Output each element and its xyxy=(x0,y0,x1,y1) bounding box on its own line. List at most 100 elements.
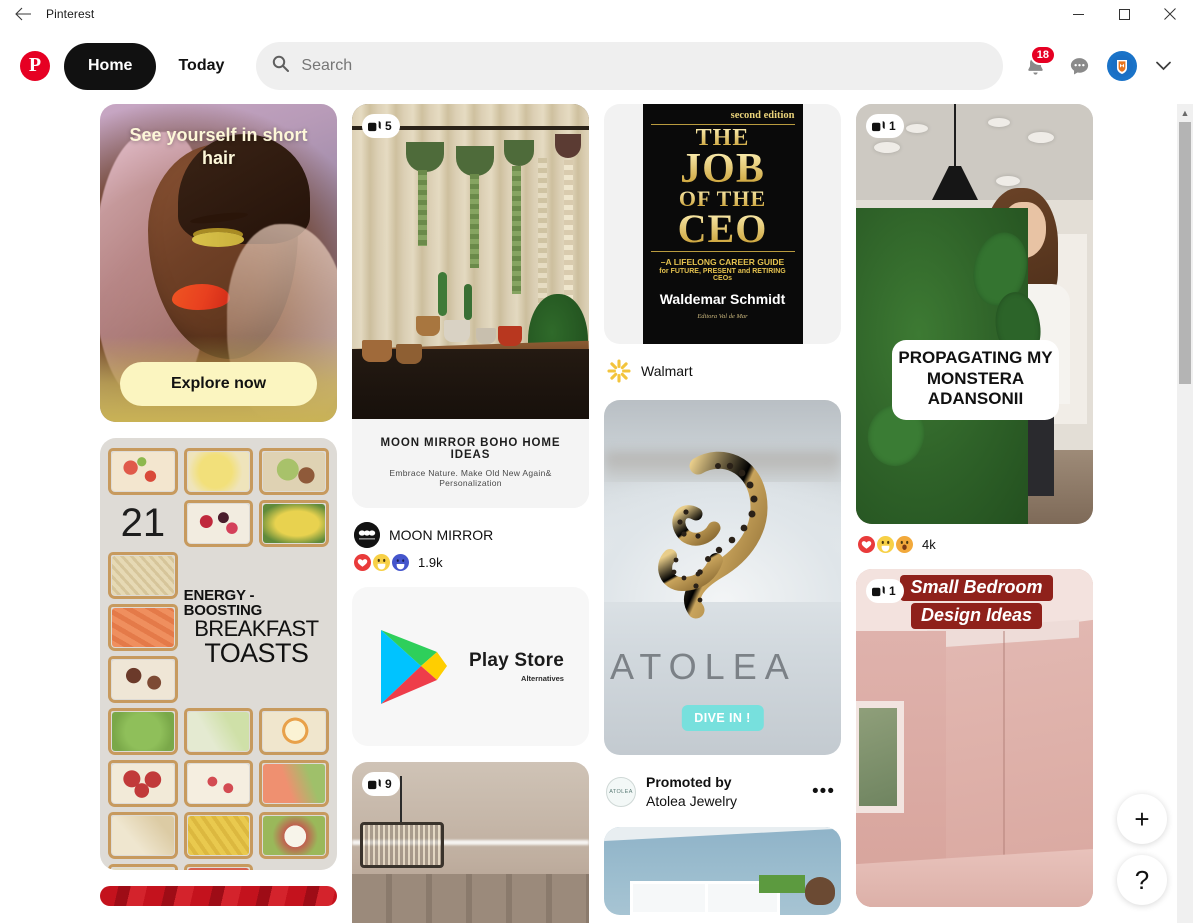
toast-slice xyxy=(184,760,254,807)
pin-card-moon-mirror[interactable]: 5 MOON MIRROR BOHO HOME IDEAS Embrace Na… xyxy=(352,104,589,571)
bedroom-title-line2: Design Ideas xyxy=(910,603,1043,630)
decor-shelf xyxy=(630,880,780,915)
pinterest-logo-icon[interactable]: P xyxy=(20,51,50,81)
pin-image-chandelier[interactable]: 9 xyxy=(352,762,589,923)
feed-column-2: 5 MOON MIRROR BOHO HOME IDEAS Embrace Na… xyxy=(352,104,589,923)
create-pin-button[interactable]: + xyxy=(1117,794,1167,844)
user-avatar[interactable] xyxy=(1107,51,1137,81)
book-title-job: JOB xyxy=(680,145,765,192)
nav-item-today[interactable]: Today xyxy=(160,43,242,90)
close-button[interactable] xyxy=(1147,0,1193,28)
messages-button[interactable] xyxy=(1059,46,1099,86)
promoted-text: Promoted by Atolea Jewelry xyxy=(646,773,802,811)
carousel-count-value: 1 xyxy=(889,119,896,133)
pin-author[interactable]: MOON MIRROR xyxy=(354,514,587,548)
back-arrow-icon[interactable] xyxy=(0,0,46,28)
pin-card-small-bedroom[interactable]: 1 Small Bedroom Design Ideas xyxy=(856,569,1093,907)
walmart-spark-icon xyxy=(606,358,632,384)
decor-tentacle-ring xyxy=(656,444,796,634)
caption-line-2: MONSTERA xyxy=(926,368,1025,388)
pin-card-atolea-ring[interactable]: ATOLEA DIVE IN ! ATOLEA Promoted by Atol… xyxy=(604,400,841,811)
reaction-heart-icon xyxy=(858,536,875,553)
carousel-count-badge: 5 xyxy=(362,114,400,138)
vertical-scrollbar[interactable]: ▲ xyxy=(1177,104,1193,923)
book-subtitle-1: –A LIFELONG CAREER GUIDE xyxy=(660,257,785,268)
decor-pot xyxy=(396,344,422,364)
nav-item-home[interactable]: Home xyxy=(64,42,157,90)
more-options-icon[interactable]: ••• xyxy=(812,781,839,803)
scroll-up-arrow-icon[interactable]: ▲ xyxy=(1177,104,1193,121)
floating-action-buttons: + ? xyxy=(1117,794,1167,905)
explore-now-button[interactable]: Explore now xyxy=(120,362,317,406)
maximize-button[interactable] xyxy=(1101,0,1147,28)
pin-image-atolea-ring[interactable]: ATOLEA DIVE IN ! xyxy=(604,400,841,755)
pin-image-monstera[interactable]: 1 PROPAGATING MY MONSTERA ADANSONII xyxy=(856,104,1093,524)
book-author: Waldemar Schmidt xyxy=(659,291,786,308)
decor-pot xyxy=(444,320,470,342)
pin-image-breakfast-toasts[interactable]: 21 ENERGY - BOOSTING BREAKFAST TOASTS xyxy=(100,438,337,870)
pin-feed: See yourself in short hair Explore now 2… xyxy=(0,104,1193,923)
pin-source[interactable]: Walmart xyxy=(606,350,839,384)
minimize-button[interactable] xyxy=(1055,0,1101,28)
toast-collage-grid: 21 ENERGY - BOOSTING BREAKFAST TOASTS xyxy=(108,448,329,870)
toast-title-block: ENERGY - BOOSTING BREAKFAST TOASTS xyxy=(184,552,329,703)
moon-mirror-caption: MOON MIRROR BOHO HOME IDEAS Embrace Natu… xyxy=(352,419,589,508)
pin-image-red-fabric[interactable] xyxy=(100,886,337,906)
toast-slice xyxy=(108,812,178,859)
pin-image-blue-room[interactable] xyxy=(604,826,841,915)
toast-slice xyxy=(184,500,254,547)
search-icon xyxy=(272,55,290,77)
decor-eyeshadow xyxy=(192,232,244,247)
pin-image-ceo-book[interactable]: second edition THE JOB OF THE CEO –A LIF… xyxy=(604,104,841,344)
decor-downlight xyxy=(906,124,928,133)
toast-slice xyxy=(108,708,178,755)
pin-image-short-hair[interactable]: See yourself in short hair Explore now xyxy=(100,104,337,422)
window-title: Pinterest xyxy=(46,7,95,21)
help-button[interactable]: ? xyxy=(1117,855,1167,905)
pin-card-ceo-book[interactable]: second edition THE JOB OF THE CEO –A LIF… xyxy=(604,104,841,384)
toast-slice xyxy=(108,864,178,870)
pin-image-moon-mirror[interactable]: 5 MOON MIRROR BOHO HOME IDEAS Embrace Na… xyxy=(352,104,589,508)
chevron-down-icon[interactable] xyxy=(1149,46,1177,86)
decor-downlight xyxy=(874,142,900,153)
decor-vine xyxy=(512,166,521,294)
toast-slice xyxy=(108,552,178,599)
pin-card-blue-room[interactable] xyxy=(604,826,841,915)
pin-reactions[interactable]: 4k xyxy=(858,530,1091,553)
book-title-ceo: CEO xyxy=(677,206,768,252)
notification-badge: 18 xyxy=(1029,45,1056,65)
reaction-wow-icon xyxy=(896,536,913,553)
scrollbar-thumb[interactable] xyxy=(1179,122,1191,384)
toast-title-line3: TOASTS xyxy=(204,638,309,668)
decor-shelf-divider xyxy=(705,883,708,912)
feed-column-1: See yourself in short hair Explore now 2… xyxy=(100,104,337,906)
decor-downlight xyxy=(996,176,1020,186)
pin-card-breakfast-toasts[interactable]: 21 ENERGY - BOOSTING BREAKFAST TOASTS xyxy=(100,438,337,870)
pin-reactions[interactable]: 1.9k xyxy=(354,548,587,571)
search-input[interactable]: Search xyxy=(256,42,1003,90)
pin-card-chandelier[interactable]: 9 xyxy=(352,762,589,923)
pin-card-play-store[interactable]: Play Store Alternatives xyxy=(352,587,589,746)
carousel-count-value: 1 xyxy=(889,584,896,598)
decor-pot xyxy=(498,326,522,346)
monstera-caption: PROPAGATING MY MONSTERA ADANSONII xyxy=(892,340,1059,421)
decor-pot xyxy=(476,328,496,344)
toast-slice xyxy=(108,604,178,651)
pin-image-play-store[interactable]: Play Store Alternatives xyxy=(352,587,589,746)
atolea-avatar: ATOLEA xyxy=(606,776,636,807)
pin-card-red-fabric[interactable] xyxy=(100,886,337,906)
moon-mirror-title: MOON MIRROR BOHO HOME IDEAS xyxy=(380,437,561,461)
pin-card-monstera[interactable]: 1 PROPAGATING MY MONSTERA ADANSONII 4k xyxy=(856,104,1093,553)
dive-in-button[interactable]: DIVE IN ! xyxy=(681,705,764,731)
decor-chandelier-ring xyxy=(360,822,444,868)
pin-image-small-bedroom[interactable]: 1 Small Bedroom Design Ideas xyxy=(856,569,1093,907)
promoted-attribution[interactable]: ATOLEA Promoted by Atolea Jewelry ••• xyxy=(606,761,839,811)
decor-vine xyxy=(538,158,547,308)
window-controls xyxy=(1055,0,1193,28)
pin-card-short-hair[interactable]: See yourself in short hair Explore now xyxy=(100,104,337,422)
feed-column-4: 1 PROPAGATING MY MONSTERA ADANSONII 4k 1… xyxy=(856,104,1093,907)
play-store-logo-icon xyxy=(377,626,451,708)
carousel-count-badge: 9 xyxy=(362,772,400,796)
decor-wall-panels xyxy=(352,874,589,923)
notifications-button[interactable]: 18 xyxy=(1015,45,1056,86)
